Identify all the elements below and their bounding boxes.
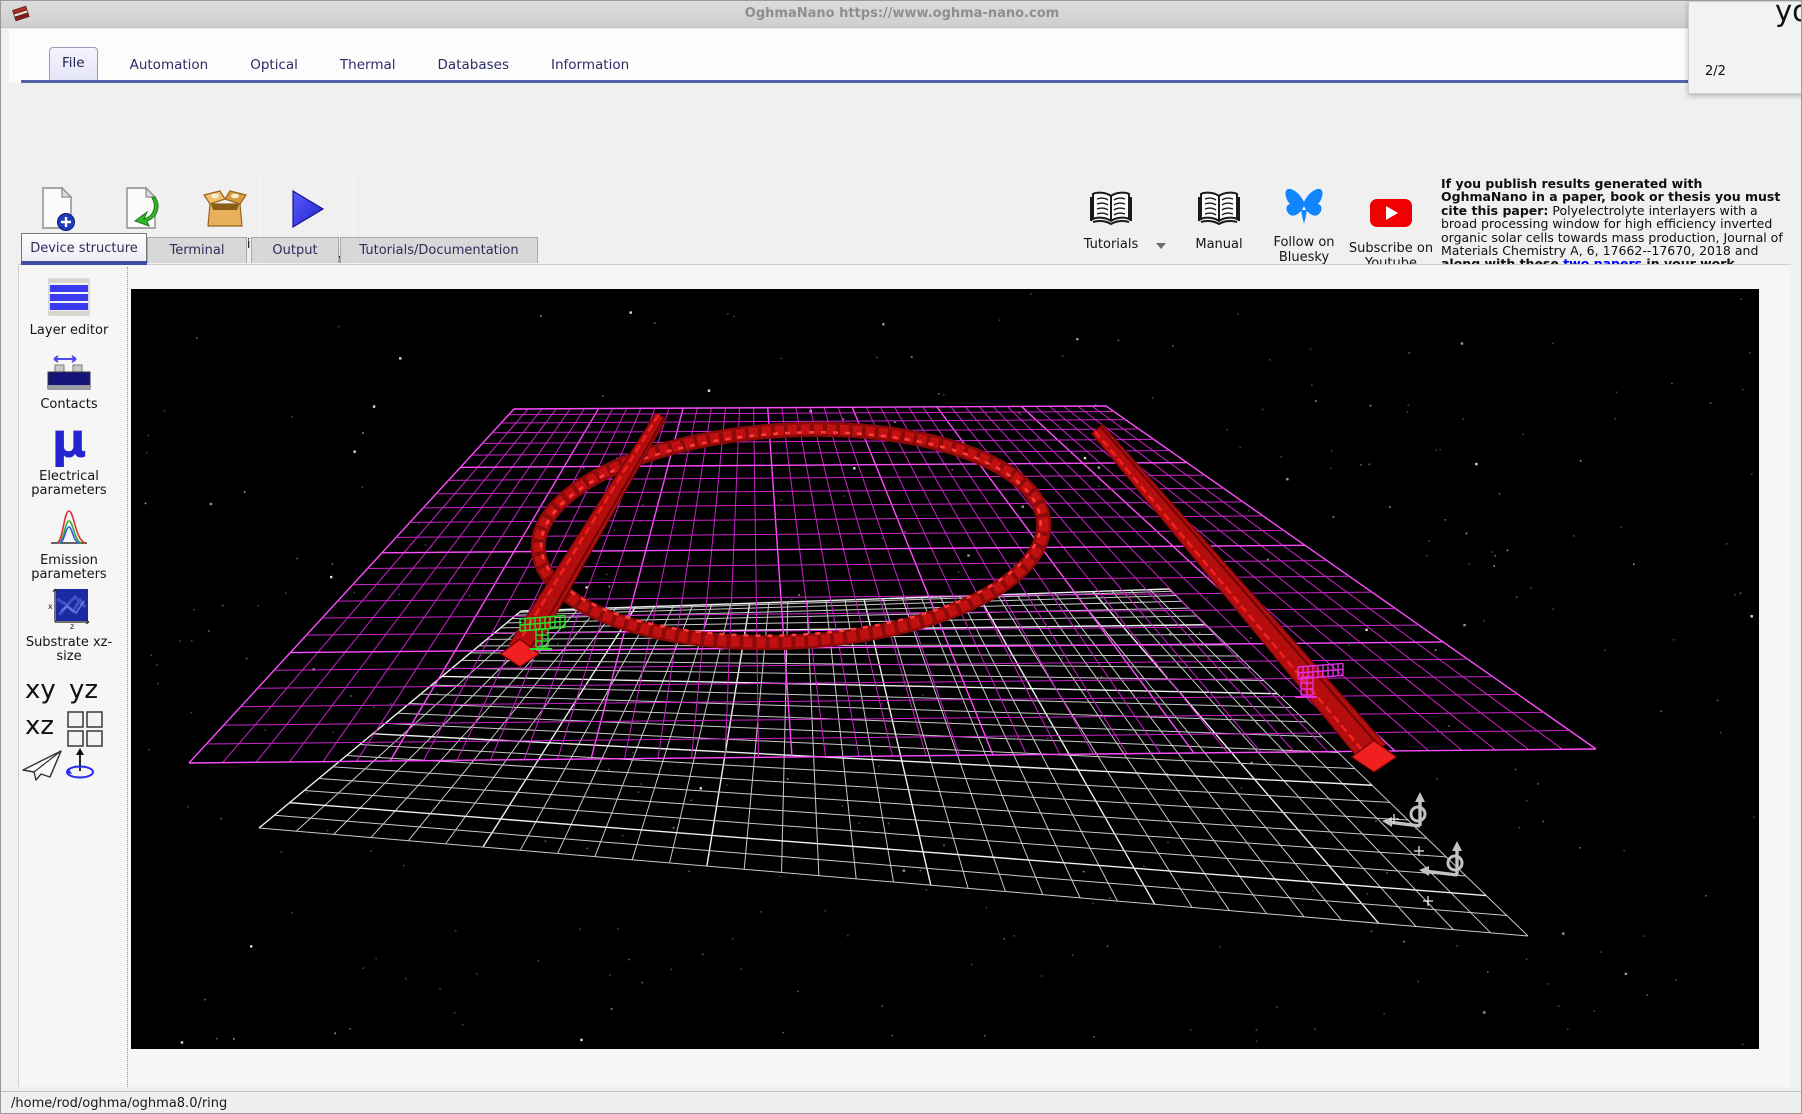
tab-device-structure-label: Device structure <box>30 241 138 256</box>
emission-spectrum-icon <box>47 503 91 551</box>
menu-tab-information[interactable]: Information <box>541 51 639 83</box>
bluesky-butterfly-icon <box>1283 183 1325 231</box>
popup-partial-text: yo <box>1775 1 1802 28</box>
3d-scene-svg <box>131 289 1759 1049</box>
new-simulation-icon <box>37 185 77 233</box>
layer-editor-icon <box>47 277 91 321</box>
layer-editor-button[interactable]: Layer editor <box>19 277 119 338</box>
open-simulation-icon <box>121 185 161 233</box>
toolbar: New simulation Open simulation <box>1 85 1802 227</box>
run-simulation-icon <box>289 185 327 233</box>
electrical-parameters-button[interactable]: μ Electrical parameters <box>19 419 119 498</box>
svg-text:z: z <box>70 622 74 629</box>
menu-tab-databases[interactable]: Databases <box>428 51 519 83</box>
view-xz-button[interactable]: xz <box>25 711 54 741</box>
tab-output[interactable]: Output <box>251 237 339 263</box>
electrical-parameters-label: Electrical parameters <box>19 470 119 498</box>
window-title: OghmaNano https://www.oghma-nano.com <box>1 6 1802 21</box>
contacts-button[interactable]: Contacts <box>19 355 119 412</box>
tab-terminal-label: Terminal <box>170 243 225 258</box>
menu-tab-thermal[interactable]: Thermal <box>330 51 406 83</box>
substrate-xz-size-button[interactable]: x z Substrate xz-size <box>19 585 119 664</box>
mu-icon: μ <box>51 419 86 467</box>
statusbar: /home/rod/oghma/oghma8.0/ring <box>1 1091 1802 1114</box>
substrate-xz-size-label: Substrate xz-size <box>19 636 119 664</box>
tab-tutorials-documentation-label: Tutorials/Documentation <box>359 243 518 258</box>
menu-tab-automation[interactable]: Automation <box>120 51 219 83</box>
four-view-grid-icon <box>65 709 105 749</box>
tab-terminal[interactable]: Terminal <box>147 237 247 263</box>
3d-device-view[interactable] <box>131 289 1759 1049</box>
tab-tutorials-documentation[interactable]: Tutorials/Documentation <box>340 237 538 263</box>
emission-parameters-label: Emission parameters <box>19 554 119 582</box>
document-tabs: Device structure Terminal Output Tutoria… <box>1 227 1802 265</box>
rotate-view-button[interactable] <box>63 745 97 787</box>
svg-text:x: x <box>48 602 53 611</box>
app-window: OghmaNano https://www.oghma-nano.com Fil… <box>0 0 1802 1114</box>
titlebar[interactable]: OghmaNano https://www.oghma-nano.com <box>1 1 1802 28</box>
menu-tab-optical[interactable]: Optical <box>240 51 308 83</box>
sidebar-splitter[interactable] <box>127 267 128 1087</box>
view-yz-button[interactable]: yz <box>69 675 98 705</box>
popup-page-indicator: 2/2 <box>1705 64 1726 79</box>
contacts-label: Contacts <box>40 398 97 412</box>
tutorials-book-icon <box>1090 185 1132 233</box>
simulation-path: /home/rod/oghma/oghma8.0/ring <box>11 1096 227 1111</box>
manual-book-icon <box>1198 185 1240 233</box>
rotate-axis-icon <box>63 745 97 783</box>
tab-device-structure[interactable]: Device structure <box>21 233 147 263</box>
contacts-icon <box>46 355 92 395</box>
menubar: File Automation Optical Thermal Database… <box>9 29 1802 83</box>
tab-output-label: Output <box>272 243 317 258</box>
menu-tab-file[interactable]: File <box>49 47 98 83</box>
view-xy-button[interactable]: xy <box>25 675 56 705</box>
substrate-image-icon: x z <box>47 585 91 633</box>
notification-popup[interactable]: yo 2/2 <box>1688 1 1802 94</box>
active-tab-underline <box>21 261 147 265</box>
fly-scene-button[interactable] <box>21 749 63 785</box>
paper-plane-icon <box>21 749 63 781</box>
export-zip-icon <box>202 185 248 233</box>
menu-underline <box>21 80 1802 83</box>
emission-parameters-button[interactable]: Emission parameters <box>19 503 119 582</box>
layer-editor-label: Layer editor <box>30 324 109 338</box>
